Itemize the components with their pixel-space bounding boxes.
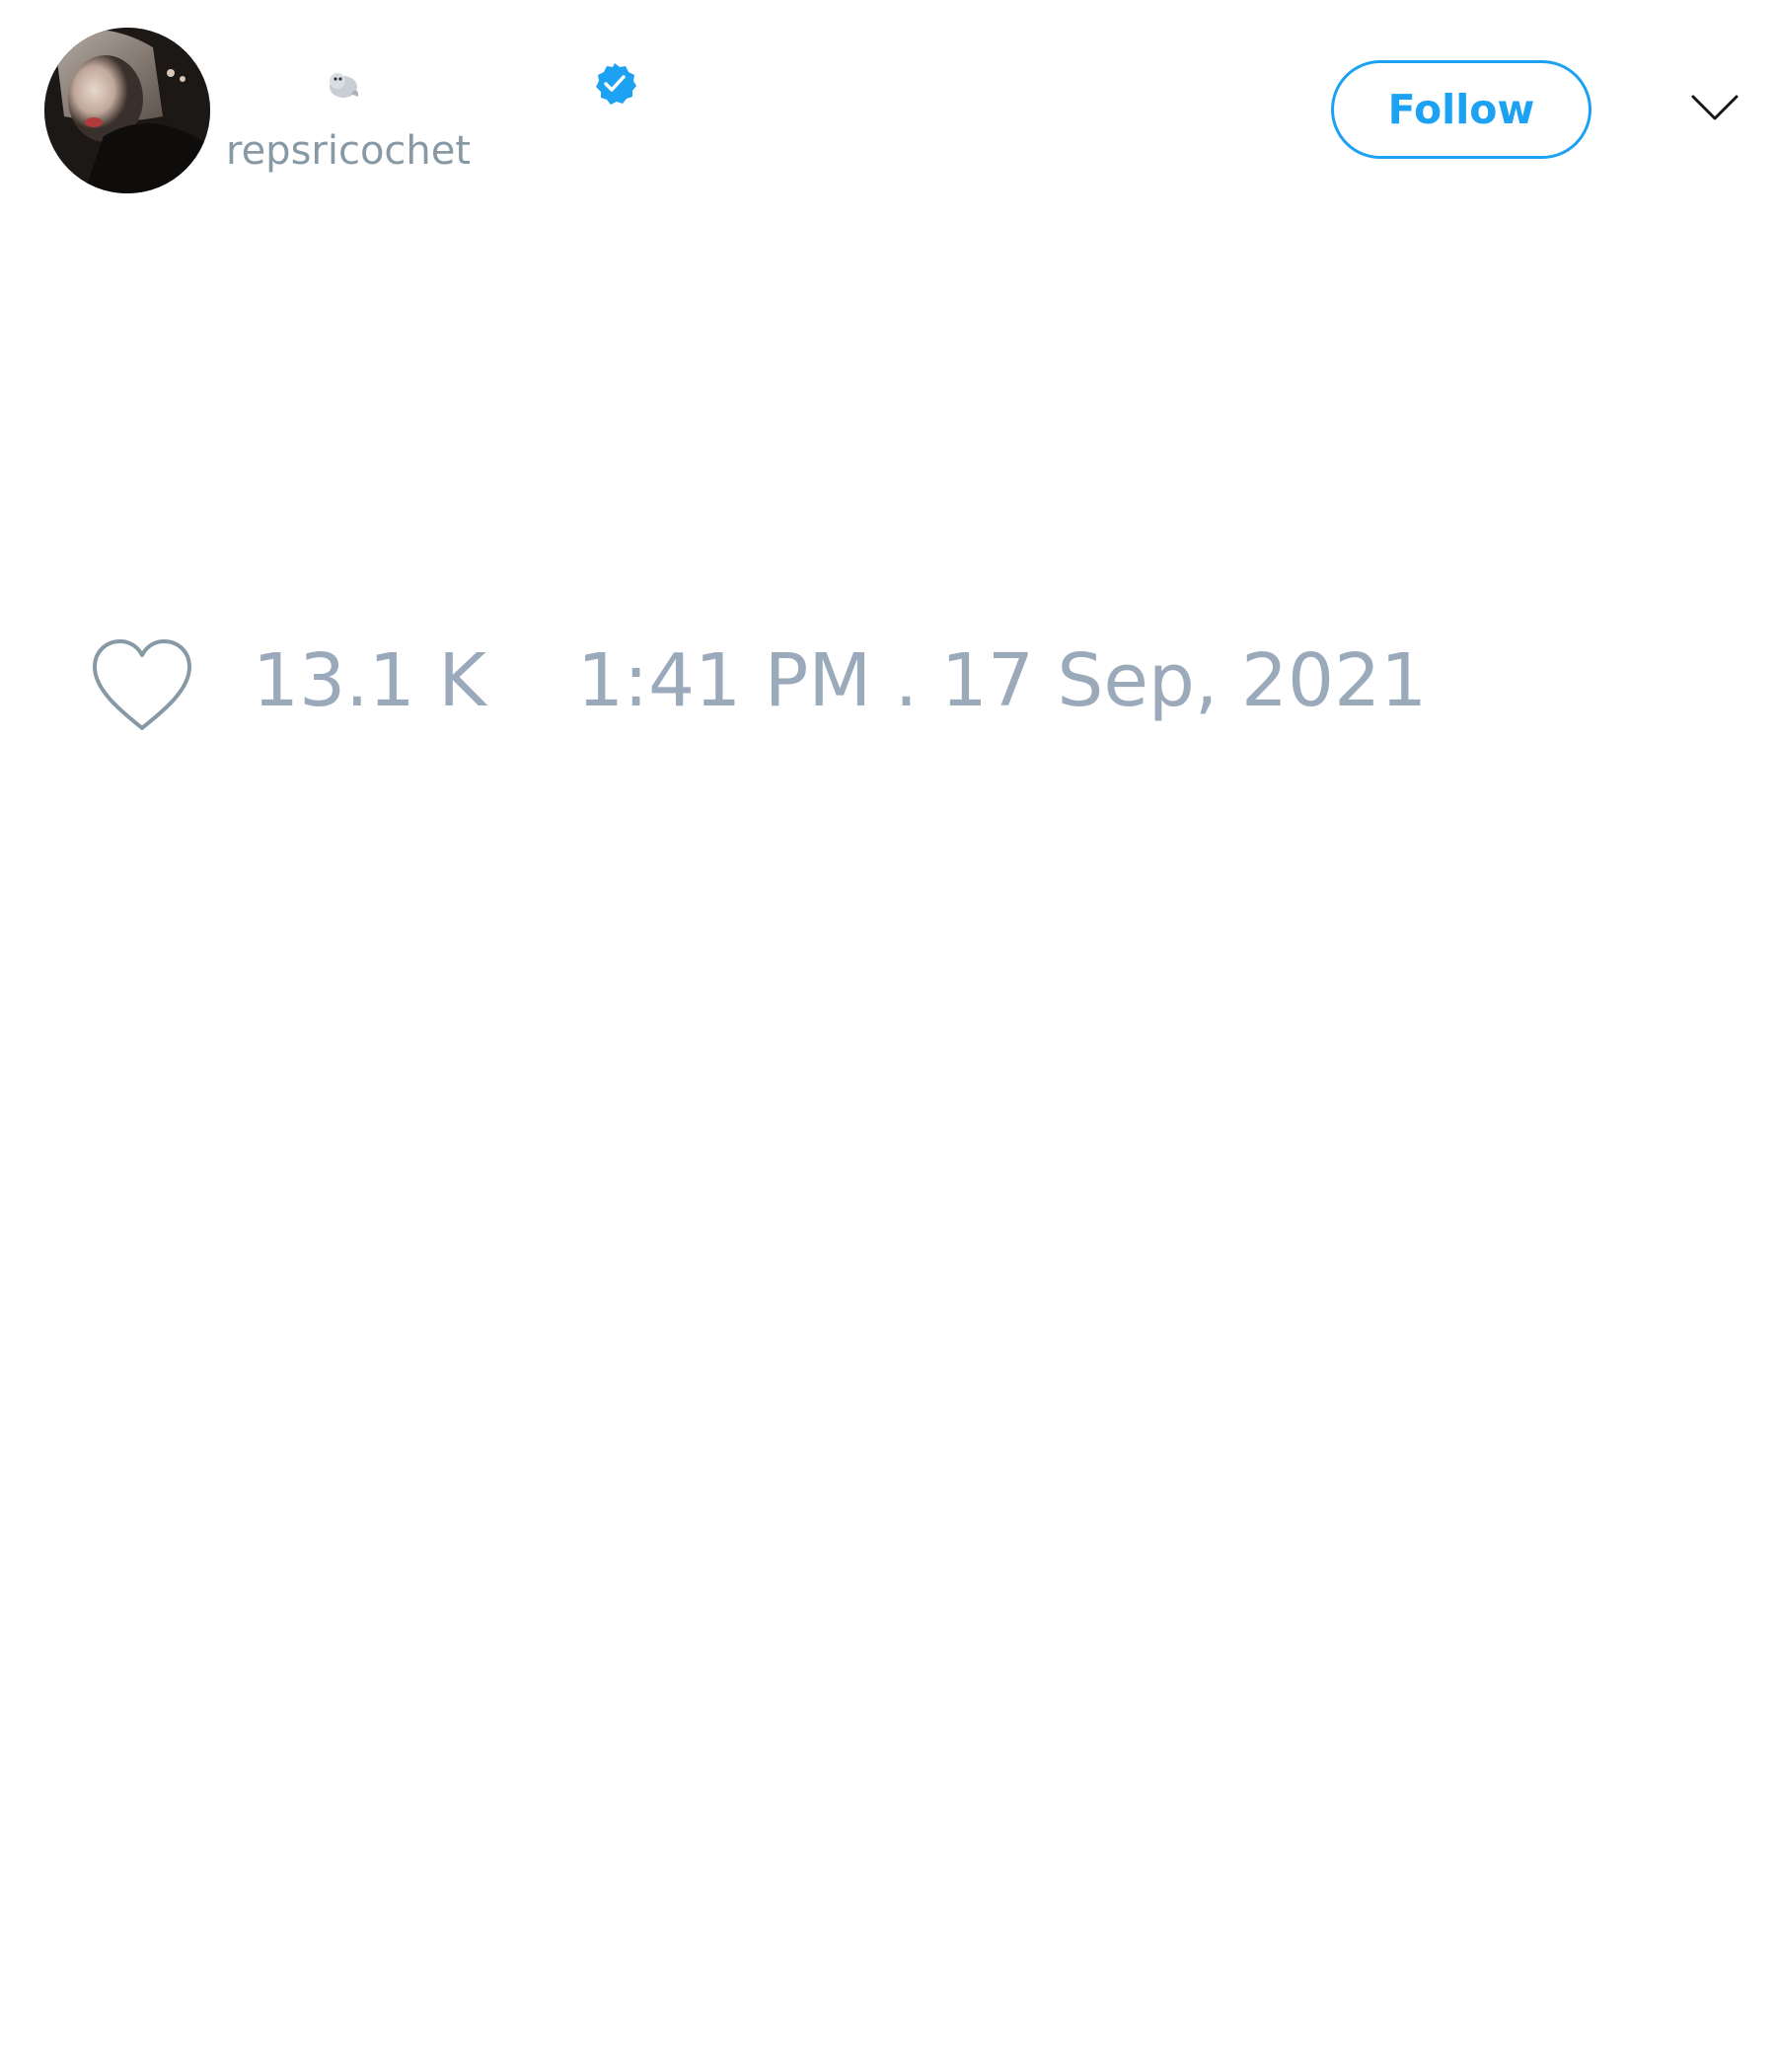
like-count: 13.1 K: [253, 638, 486, 723]
follow-button[interactable]: Follow: [1331, 60, 1591, 159]
heart-icon[interactable]: [89, 637, 195, 734]
author-handle[interactable]: repsricochet: [226, 126, 471, 176]
seal-emoji: [326, 67, 361, 103]
tweet-timestamp[interactable]: 1:41 PM . 17 Sep, 2021: [577, 631, 1427, 730]
verified-badge-icon: [592, 61, 637, 107]
display-name[interactable]: [326, 61, 641, 111]
chevron-down-icon[interactable]: [1689, 89, 1740, 128]
tweet-stats: 13.1 K 1:41 PM . 17 Sep, 2021: [0, 631, 1776, 740]
tweet-header: repsricochet Follow: [0, 0, 1776, 207]
avatar[interactable]: [44, 28, 210, 193]
